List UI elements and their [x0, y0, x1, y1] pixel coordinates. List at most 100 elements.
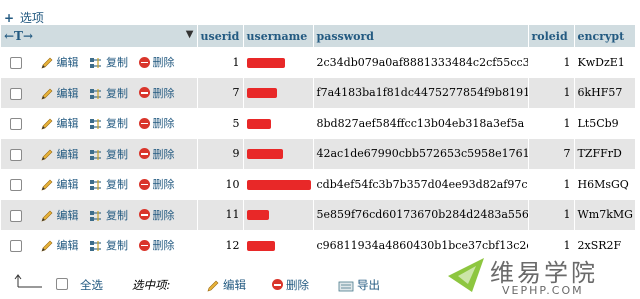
row-actions: 编辑 复制 删除: [1, 77, 198, 108]
redaction-mark: [246, 88, 277, 99]
row-actions: 编辑 复制 删除: [1, 108, 198, 139]
edit-button[interactable]: 编辑: [40, 209, 90, 222]
with-selected-label: 选中项:: [132, 278, 171, 292]
row-checkbox[interactable]: [10, 57, 22, 70]
delete-button[interactable]: 删除: [138, 178, 175, 191]
watermark-text: 维易学院: [490, 259, 598, 287]
delete-button[interactable]: 删除: [138, 208, 175, 222]
table-row[interactable]: 编辑 复制 删除 11 5e859f76cd60173670b284d2483a…: [1, 199, 636, 230]
cell-username: [243, 169, 314, 200]
edit-button[interactable]: 编辑: [40, 56, 90, 69]
cell-userid: 5: [197, 108, 244, 139]
copy-button[interactable]: 复制: [89, 239, 139, 252]
options-label: 选项: [19, 11, 44, 25]
edit-button[interactable]: 编辑: [40, 117, 90, 130]
cell-roleid: 7: [528, 138, 575, 169]
cell-roleid: 1: [528, 108, 575, 139]
table-row[interactable]: 编辑 复制 删除 10 cdb4ef54fc3b7b357d04ee93d82a…: [1, 169, 636, 200]
redaction-mark: [246, 240, 275, 251]
copy-button[interactable]: 复制: [89, 56, 139, 69]
cell-roleid: 1: [528, 199, 575, 230]
table-row[interactable]: 编辑 复制 删除 1 2c34db079a0af8881333484c2cf55…: [1, 47, 636, 78]
delete-label: 删除: [152, 239, 175, 253]
bulk-edit-button[interactable]: 编辑: [206, 277, 246, 293]
results-table: ←T→ ▼ userid username password roleid en…: [1, 25, 636, 261]
copy-label: 复制: [106, 117, 128, 131]
expand-plus-icon: +: [4, 11, 15, 25]
row-checkbox[interactable]: [10, 240, 22, 253]
row-actions: 编辑 复制 删除: [1, 169, 198, 200]
bulk-delete-label: 删除: [286, 278, 309, 292]
cell-userid: 7: [197, 77, 244, 108]
table-header-row: ←T→ ▼ userid username password roleid en…: [1, 25, 636, 47]
edit-button[interactable]: 编辑: [40, 178, 90, 191]
edit-label: 编辑: [56, 178, 79, 192]
column-header-username[interactable]: username: [243, 25, 314, 47]
row-checkbox[interactable]: [10, 118, 22, 131]
table-row[interactable]: 编辑 复制 删除 9 42ac1de67990cbb572653c5958e17…: [1, 138, 636, 169]
copy-button[interactable]: 复制: [89, 209, 139, 222]
edit-label: 编辑: [56, 147, 79, 161]
cell-username: [243, 108, 314, 139]
delete-label: 删除: [152, 208, 175, 222]
row-checkbox[interactable]: [10, 179, 22, 192]
options-link[interactable]: + 选项: [4, 9, 44, 26]
cell-roleid: 1: [528, 47, 575, 78]
copy-button[interactable]: 复制: [89, 178, 139, 191]
bulk-export-button[interactable]: 导出: [338, 277, 380, 293]
copy-button[interactable]: 复制: [89, 148, 139, 161]
copy-button[interactable]: 复制: [89, 87, 139, 100]
cell-encrypt: KwDzE1: [574, 47, 636, 78]
delete-button[interactable]: 删除: [138, 56, 175, 70]
row-checkbox[interactable]: [10, 87, 22, 100]
cell-password: 2c34db079a0af8881333484c2cf55cc3: [313, 47, 529, 78]
cell-userid: 12: [197, 230, 244, 261]
row-actions: 编辑 复制 删除: [1, 230, 198, 261]
watermark-logo-icon: [448, 258, 484, 292]
cell-password: 42ac1de67990cbb572653c5958e17611: [313, 138, 529, 169]
copy-button[interactable]: 复制: [89, 117, 139, 130]
edit-button[interactable]: 编辑: [40, 87, 90, 100]
cell-username: [243, 47, 314, 78]
column-header-password[interactable]: password: [313, 25, 529, 47]
edit-button[interactable]: 编辑: [40, 239, 90, 252]
select-all-label[interactable]: 全选: [80, 277, 103, 293]
copy-label: 复制: [106, 208, 128, 222]
copy-icon: [90, 149, 101, 160]
cell-encrypt: TZFFrD: [574, 138, 636, 169]
table-row[interactable]: 编辑 复制 删除 7 f7a4183ba1f81dc4475277854f9b8…: [1, 77, 636, 108]
row-checkbox[interactable]: [10, 148, 22, 161]
copy-label: 复制: [106, 86, 128, 100]
select-all-checkbox[interactable]: [56, 278, 68, 290]
pencil-icon: [41, 240, 52, 252]
redaction-mark: [246, 57, 285, 68]
delete-button[interactable]: 删除: [138, 117, 175, 130]
bulk-delete-button[interactable]: 删除: [272, 277, 309, 293]
delete-button[interactable]: 删除: [138, 87, 175, 100]
pencil-icon: [207, 280, 219, 291]
column-header-roleid[interactable]: roleid: [528, 25, 575, 47]
copy-label: 复制: [106, 147, 128, 161]
edit-label: 编辑: [56, 86, 79, 100]
row-checkbox[interactable]: [10, 209, 22, 222]
redaction-mark: [246, 179, 311, 190]
delete-button[interactable]: 删除: [138, 239, 175, 253]
copy-label: 复制: [106, 56, 128, 70]
delete-label: 删除: [152, 56, 175, 70]
cell-encrypt: Lt5Cb9: [574, 108, 636, 139]
cell-userid: 11: [197, 199, 244, 230]
cell-password: cdb4ef54fc3b7b357d04ee93d82af97c: [313, 169, 529, 200]
column-resize-arrows[interactable]: ←T→: [4, 29, 33, 43]
edit-button[interactable]: 编辑: [40, 148, 90, 161]
copy-icon: [90, 180, 101, 191]
delete-button[interactable]: 删除: [138, 148, 175, 161]
column-header-userid[interactable]: userid: [197, 25, 244, 47]
cell-roleid: 1: [528, 77, 575, 108]
column-header-encrypt[interactable]: encrypt: [574, 25, 636, 47]
delete-icon: [138, 209, 150, 221]
table-row[interactable]: 编辑 复制 删除 5 8bd827aef584ffcc13b04eb318a3e…: [1, 108, 636, 139]
sort-dropdown-icon[interactable]: ▼: [186, 29, 194, 40]
pencil-icon: [41, 57, 52, 69]
cell-encrypt: 6kHF57: [574, 77, 636, 108]
cell-userid: 10: [197, 169, 244, 200]
